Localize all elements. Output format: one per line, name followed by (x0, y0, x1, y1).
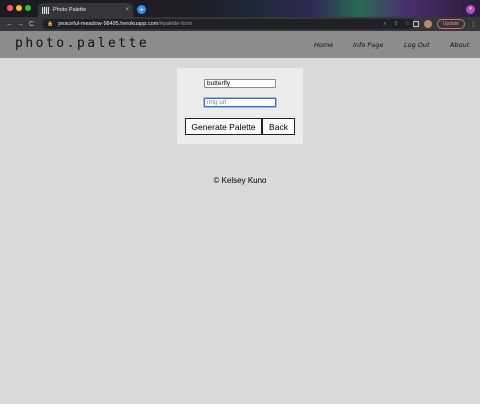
footer-copyright: © Kelsey Kuno (213, 176, 267, 185)
lock-icon[interactable]: 🔒 (47, 21, 53, 27)
url-host: peaceful-meadow-98495.herokuapp.com (58, 21, 159, 27)
nav-home-link[interactable]: Home (314, 41, 333, 49)
nav-info-link[interactable]: Info Page (353, 41, 383, 49)
palette-name-input[interactable] (204, 79, 276, 88)
zoom-icon[interactable]: ⌕ (383, 19, 386, 29)
minimize-window-icon[interactable] (16, 5, 22, 11)
tab-search-icon[interactable]: ▾ (466, 5, 475, 14)
maximize-window-icon[interactable] (25, 5, 31, 11)
tab-title: Photo Palette (53, 7, 87, 13)
generate-palette-button[interactable]: Generate Palette (185, 118, 262, 135)
site-header: photo.palette Home Info Page Log Out Abo… (0, 31, 480, 58)
tab-bar: Photo Palette × + ▾ (0, 0, 480, 17)
img-url-input[interactable] (204, 98, 276, 107)
close-window-icon[interactable] (7, 5, 13, 11)
profile-avatar[interactable] (423, 20, 432, 28)
nav-about-link[interactable]: About (450, 41, 469, 49)
new-tab-button[interactable]: + (137, 5, 146, 14)
forward-button[interactable]: → (15, 21, 26, 28)
bookmark-star-icon[interactable]: ☆ (405, 19, 410, 29)
site-brand[interactable]: photo.palette (15, 36, 149, 51)
side-panel-icon[interactable] (412, 21, 419, 27)
back-button[interactable]: ← (4, 21, 15, 28)
update-button[interactable]: Update (436, 19, 465, 29)
back-form-button[interactable]: Back (262, 118, 295, 135)
palette-form: Generate Palette Back (177, 68, 303, 144)
share-icon[interactable]: ⇪ (393, 19, 398, 29)
address-bar[interactable]: 🔒 peaceful-meadow-98495.herokuapp.com /#… (42, 19, 415, 29)
browser-toolbar: ← → C 🔒 peaceful-meadow-98495.herokuapp.… (0, 17, 480, 31)
tab-close-icon[interactable]: × (125, 7, 129, 13)
tab-photo-palette[interactable]: Photo Palette × (38, 3, 133, 17)
url-path: /#palette-form (158, 21, 193, 27)
reload-button[interactable]: C (26, 21, 37, 28)
nav-logout-link[interactable]: Log Out (404, 41, 430, 49)
favicon-icon (42, 6, 49, 14)
more-menu-icon[interactable]: ⋮ (470, 21, 476, 28)
browser-window: Photo Palette × + ▾ ← → C 🔒 peaceful-mea… (0, 0, 480, 404)
